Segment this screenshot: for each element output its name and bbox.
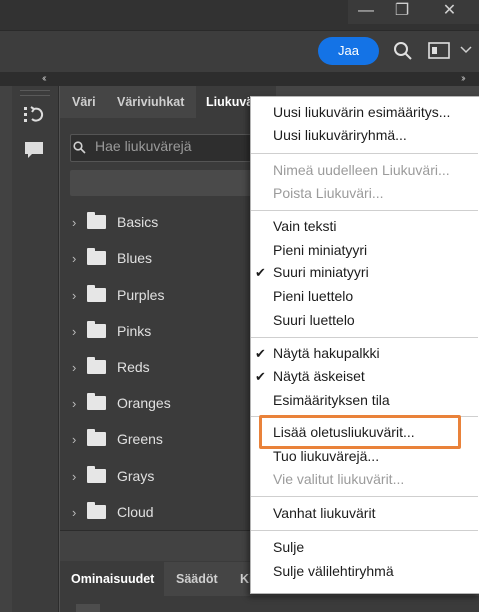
- collapse-right-icon[interactable]: ››: [461, 73, 465, 84]
- gradient-group-row[interactable]: › Reds: [60, 350, 260, 386]
- gradient-group-row[interactable]: › Basics: [60, 205, 260, 241]
- menu-item-delete-gradient: Poista Liukuväri...: [273, 185, 384, 201]
- chevron-down-icon[interactable]: [460, 46, 472, 54]
- tab-libraries[interactable]: Kirjastot: [232, 562, 250, 596]
- group-label: Greens: [117, 431, 163, 447]
- collapse-left-icon[interactable]: ‹‹: [42, 73, 46, 84]
- folder-icon: [87, 212, 106, 229]
- history-icon[interactable]: [22, 104, 46, 126]
- gradient-group-row[interactable]: › Greens: [60, 422, 260, 458]
- checkmark-icon: ✔: [255, 369, 266, 384]
- menu-item-large-thumbnail[interactable]: Suuri miniatyyri: [273, 264, 369, 280]
- menu-separator: [251, 153, 478, 154]
- menu-item-import-gradients[interactable]: Tuo liukuvärejä...: [273, 448, 379, 464]
- tool-column: [12, 86, 59, 612]
- tab-color[interactable]: Väri: [60, 86, 106, 118]
- checkmark-icon: ✔: [255, 265, 266, 280]
- tab-swatches[interactable]: Väriviuhkat: [106, 86, 196, 118]
- menu-item-close[interactable]: Sulje: [273, 539, 304, 555]
- tab-adjustments[interactable]: Säädöt: [164, 562, 232, 596]
- folder-icon: [87, 285, 106, 302]
- chevron-right-icon[interactable]: ›: [72, 396, 76, 411]
- comment-icon[interactable]: [24, 140, 44, 160]
- workspace-icon[interactable]: [428, 42, 450, 60]
- search-placeholder: Hae liukuvärejä: [95, 138, 192, 154]
- folder-icon: [87, 248, 106, 265]
- restore-button[interactable]: ❐: [384, 0, 420, 24]
- gradient-group-row[interactable]: › Blues: [60, 241, 260, 277]
- menu-item-rename-gradient: Nimeä uudelleen Liukuväri...: [273, 162, 450, 178]
- folder-icon: [87, 321, 106, 338]
- chevron-right-icon[interactable]: ›: [72, 432, 76, 447]
- chevron-right-icon[interactable]: ›: [72, 324, 76, 339]
- folder-icon: [87, 393, 106, 410]
- menu-item-large-list[interactable]: Suuri luettelo: [273, 312, 355, 328]
- group-label: Oranges: [117, 395, 171, 411]
- chevron-right-icon[interactable]: ›: [72, 251, 76, 266]
- panel-collapse-strip: [0, 72, 479, 86]
- chevron-right-icon[interactable]: ›: [72, 469, 76, 484]
- recent-gradients-bar: [70, 170, 260, 196]
- menu-item-close-tab-group[interactable]: Sulje välilehtiryhmä: [273, 563, 394, 579]
- folder-icon: [87, 357, 106, 374]
- menu-separator: [251, 210, 478, 211]
- checkmark-icon: ✔: [255, 346, 266, 361]
- gradient-group-row[interactable]: › Cloud: [60, 495, 260, 531]
- menu-item-text-only[interactable]: Vain teksti: [273, 218, 337, 234]
- group-label: Basics: [117, 214, 159, 230]
- properties-thumbnail: [76, 604, 100, 612]
- group-label: Reds: [117, 359, 150, 375]
- chevron-right-icon[interactable]: ›: [72, 505, 76, 520]
- group-label: Pinks: [117, 323, 152, 339]
- chevron-right-icon[interactable]: ›: [72, 215, 76, 230]
- menu-item-small-list[interactable]: Pieni luettelo: [273, 288, 353, 304]
- share-button[interactable]: Jaa: [318, 37, 379, 65]
- gradient-group-row[interactable]: › Purples: [60, 278, 260, 314]
- menu-item-show-recents[interactable]: Näytä äskeiset: [273, 368, 365, 384]
- menu-separator: [251, 496, 478, 497]
- menu-item-show-search-bar[interactable]: Näytä hakupalkki: [273, 345, 380, 361]
- group-label: Cloud: [117, 504, 154, 520]
- gradient-group-row[interactable]: › Grays: [60, 459, 260, 495]
- menu-item-legacy-gradients[interactable]: Vanhat liukuvärit: [273, 505, 375, 521]
- group-label: Purples: [117, 287, 165, 303]
- minimize-button[interactable]: —: [348, 0, 384, 24]
- group-label: Grays: [117, 468, 155, 484]
- close-button[interactable]: ✕: [420, 0, 479, 24]
- menu-item-new-gradient-preset[interactable]: Uusi liukuvärin esimääritys...: [273, 104, 450, 120]
- chevron-right-icon[interactable]: ›: [72, 360, 76, 375]
- chevron-right-icon[interactable]: ›: [72, 288, 76, 303]
- search-icon[interactable]: [393, 41, 413, 61]
- menu-item-new-gradient-group[interactable]: Uusi liukuväriryhmä...: [273, 127, 407, 143]
- menu-item-export-selected-gradients: Vie valitut liukuvärit...: [273, 471, 405, 487]
- column-grip[interactable]: [20, 90, 50, 96]
- menu-separator: [251, 337, 478, 338]
- folder-icon: [87, 502, 106, 519]
- menu-item-small-thumbnail[interactable]: Pieni miniatyyri: [273, 242, 367, 258]
- gradient-group-row[interactable]: › Pinks: [60, 314, 260, 350]
- tab-properties[interactable]: Ominaisuudet: [60, 562, 164, 596]
- highlight-box: [259, 415, 461, 449]
- search-icon: [73, 141, 86, 154]
- gradient-group-row[interactable]: › Oranges: [60, 386, 260, 422]
- folder-icon: [87, 466, 106, 483]
- folder-icon: [87, 429, 106, 446]
- menu-item-preset-state[interactable]: Esimäärityksen tila: [273, 392, 390, 408]
- menu-separator: [251, 530, 478, 531]
- group-label: Blues: [117, 250, 153, 266]
